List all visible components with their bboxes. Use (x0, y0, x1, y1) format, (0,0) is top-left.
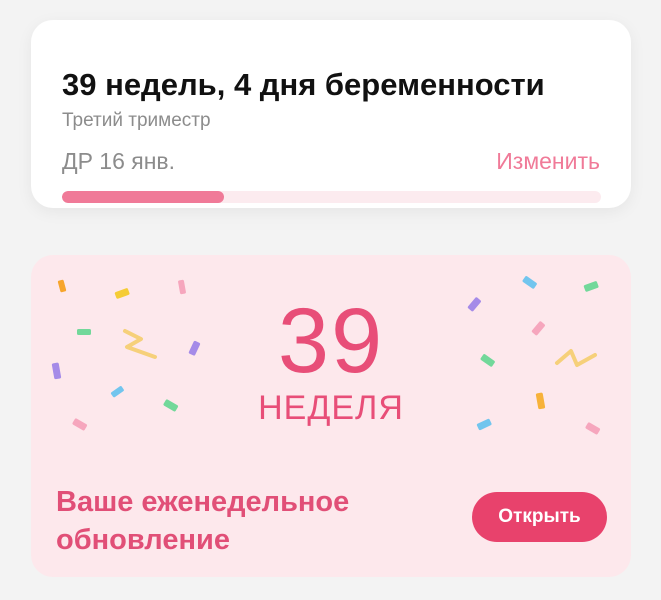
week-label: НЕДЕЛЯ (258, 389, 404, 427)
confetti-piece (522, 276, 537, 289)
pregnancy-status-card: 39 недель, 4 дня беременности Третий три… (31, 20, 631, 208)
pregnancy-progress-bar (62, 191, 601, 203)
weekly-update-card[interactable]: 39 НЕДЕЛЯ Ваше еженедельное обновление О… (31, 255, 631, 577)
due-date-label: ДР 16 янв. (62, 148, 176, 174)
pregnancy-progress-fill (62, 191, 224, 203)
week-number: 39 (277, 290, 385, 392)
weekly-update-title: Ваше еженедельное обновление (56, 486, 350, 556)
pregnancy-title: 39 недель, 4 дня беременности (62, 67, 545, 102)
trimester-label: Третий триместр (62, 110, 211, 131)
open-weekly-update-button[interactable]: Открыть (472, 492, 607, 542)
change-due-date-button[interactable]: Изменить (496, 148, 600, 175)
